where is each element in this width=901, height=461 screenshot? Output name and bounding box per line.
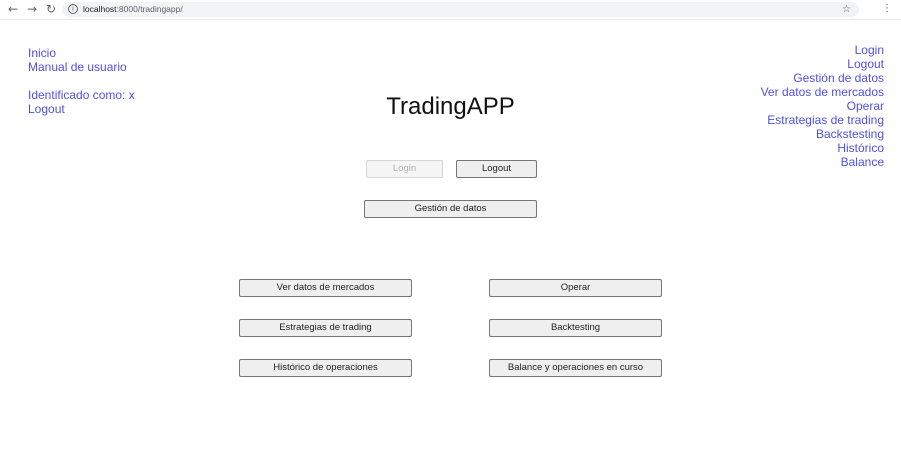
info-icon[interactable]: i xyxy=(68,4,78,14)
nav-backtesting-link[interactable]: Backstesting xyxy=(761,127,884,141)
ver-datos-mercados-button[interactable]: Ver datos de mercados xyxy=(239,279,412,297)
url-text[interactable]: localhost:8000/tradingapp/ xyxy=(83,3,183,16)
kebab-menu-icon[interactable]: ⋮ xyxy=(882,2,892,16)
backtesting-button[interactable]: Backtesting xyxy=(489,319,662,337)
nav-historico-link[interactable]: Histórico xyxy=(761,141,884,155)
star-icon[interactable]: ☆ xyxy=(842,2,851,17)
balance-operaciones-button[interactable]: Balance y operaciones en curso xyxy=(489,359,662,377)
nav-gestion-link[interactable]: Gestión de datos xyxy=(761,71,884,85)
gestion-datos-button[interactable]: Gestión de datos xyxy=(364,200,537,218)
nav-balance-link[interactable]: Balance xyxy=(761,155,884,169)
logout-button[interactable]: Logout xyxy=(456,160,537,178)
nav-login-link[interactable]: Login xyxy=(761,43,884,57)
historico-operaciones-button[interactable]: Histórico de operaciones xyxy=(239,359,412,377)
url-host: localhost xyxy=(83,4,117,14)
nav-logout-link[interactable]: Logout xyxy=(761,57,884,71)
manual-link[interactable]: Manual de usuario xyxy=(28,60,135,74)
url-path: :8000/tradingapp/ xyxy=(116,4,183,14)
operar-button[interactable]: Operar xyxy=(489,279,662,297)
arrow-left-icon[interactable]: ← xyxy=(6,2,20,16)
browser-toolbar: ← → ↻ i localhost:8000/tradingapp/ ☆ ⋮ xyxy=(0,0,901,20)
inicio-link[interactable]: Inicio xyxy=(28,46,135,60)
arrow-right-icon[interactable]: → xyxy=(25,2,39,16)
login-button[interactable]: Login xyxy=(366,160,443,178)
reload-icon[interactable]: ↻ xyxy=(44,2,58,16)
address-bar[interactable]: i localhost:8000/tradingapp/ ☆ xyxy=(62,2,859,17)
page-title: TradingAPP xyxy=(386,93,515,120)
estrategias-trading-button[interactable]: Estrategias de trading xyxy=(239,319,412,337)
